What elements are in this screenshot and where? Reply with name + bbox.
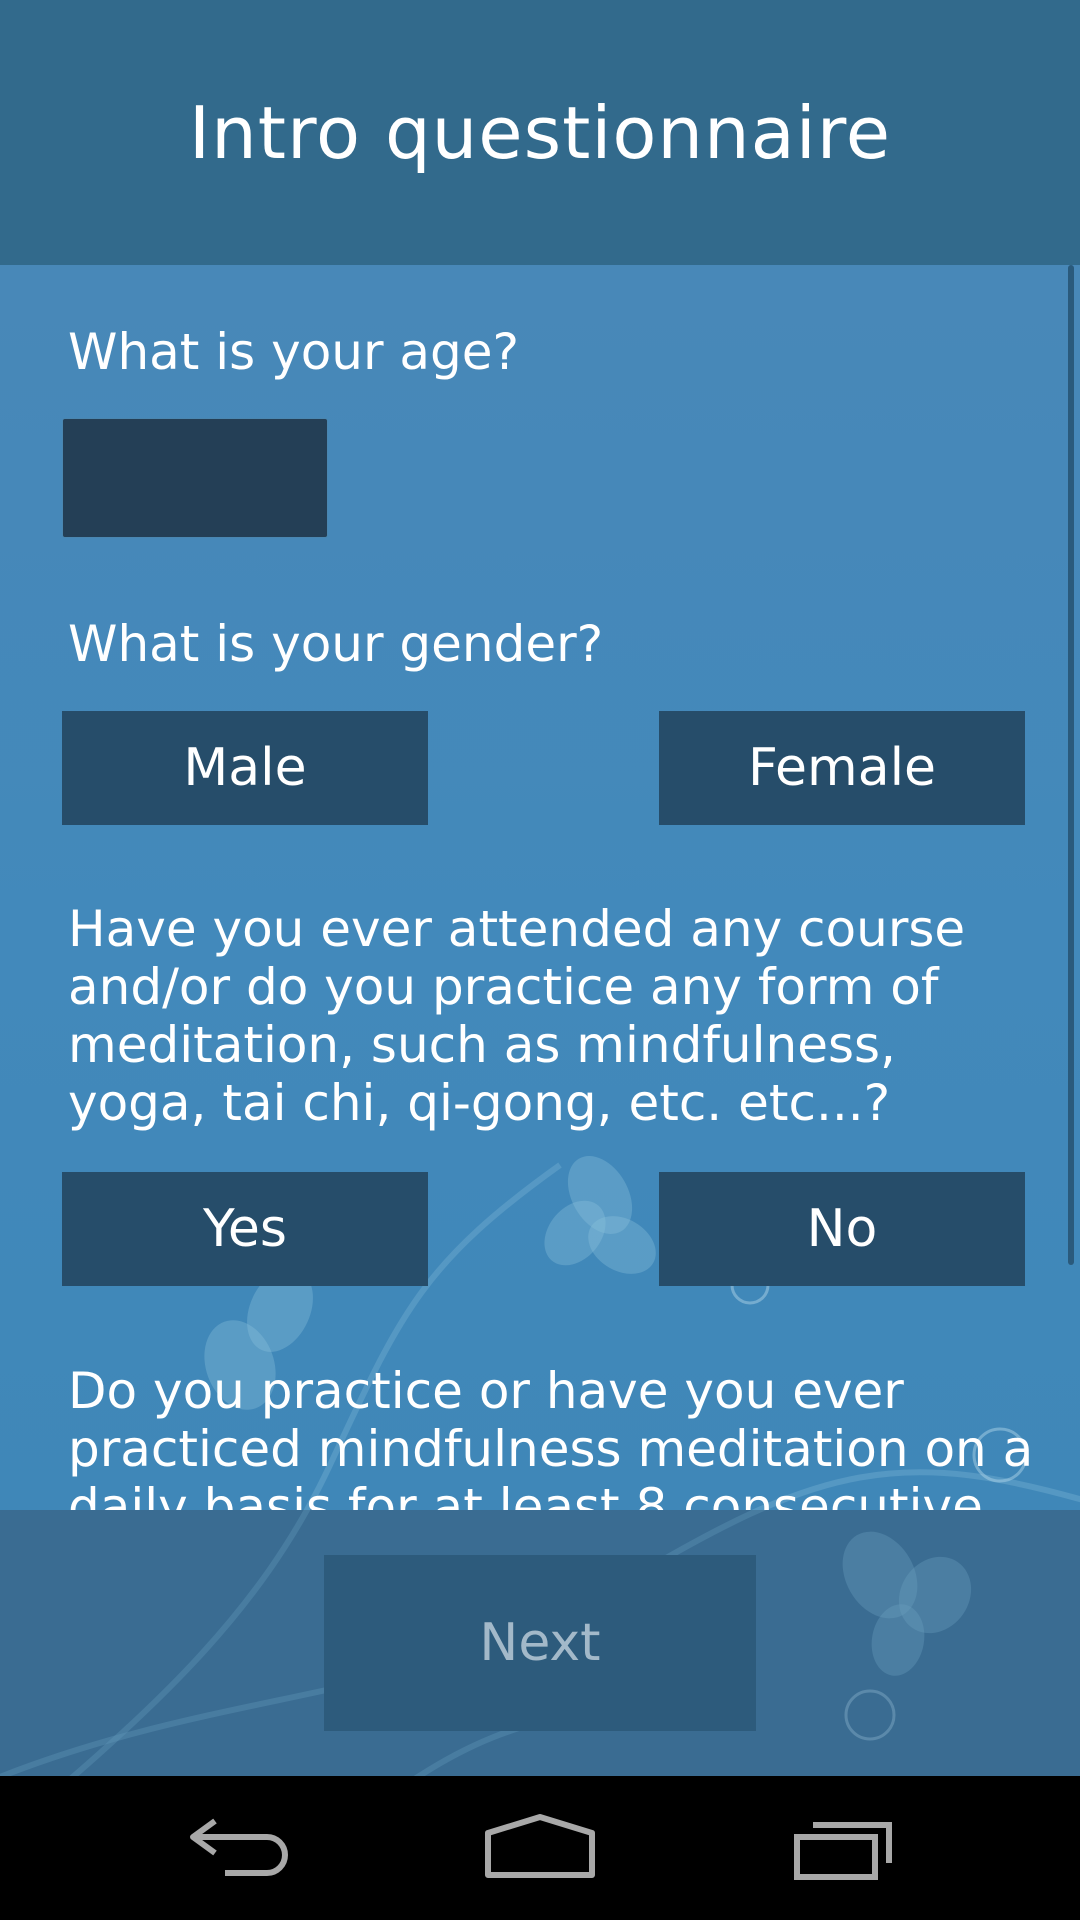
gender-question-label: What is your gender?: [68, 615, 604, 673]
next-button[interactable]: Next: [324, 1555, 756, 1731]
scrollbar[interactable]: [1068, 265, 1074, 1265]
yes-button[interactable]: Yes: [62, 1172, 428, 1286]
back-arrow-icon[interactable]: [180, 1798, 300, 1898]
daily-practice-question-label: Do you practice or have you ever practic…: [68, 1362, 1034, 1510]
questionnaire-scroll-area[interactable]: What is your age? What is your gender? M…: [0, 265, 1080, 1510]
app-header: Intro questionnaire: [0, 0, 1080, 265]
footer-bar: Next: [0, 1510, 1080, 1776]
home-icon[interactable]: [480, 1798, 600, 1898]
system-navigation-bar: [0, 1776, 1080, 1920]
age-question-label: What is your age?: [68, 323, 520, 381]
female-button[interactable]: Female: [659, 711, 1025, 825]
recent-apps-icon[interactable]: [784, 1798, 904, 1898]
male-button[interactable]: Male: [62, 711, 428, 825]
meditation-question-label: Have you ever attended any course and/or…: [68, 900, 966, 1132]
page-title: Intro questionnaire: [188, 90, 892, 175]
no-button[interactable]: No: [659, 1172, 1025, 1286]
age-input[interactable]: [62, 418, 328, 538]
